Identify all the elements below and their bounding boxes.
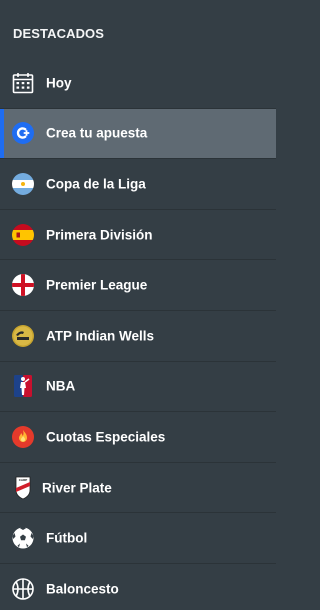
section-title: DESTACADOS [13,26,105,41]
sidebar-item-label: Cuotas Especiales [46,429,166,445]
sidebar-item-futbol[interactable]: Fútbol [0,513,276,564]
sidebar: DESTACADOS Hoy Crea tu apuesta Copa de l… [0,0,276,610]
calendar-icon [11,71,35,95]
sidebar-item-primera-division[interactable]: Primera División [0,210,276,261]
atp-logo-icon [11,324,35,348]
argentina-flag-icon [11,172,35,196]
sidebar-item-label: Baloncesto [46,581,119,597]
nba-logo-icon [11,374,35,398]
svg-text:CARP: CARP [19,478,28,482]
england-flag-icon [11,273,35,297]
spain-flag-icon [11,223,35,247]
sidebar-item-label: Copa de la Liga [46,176,146,192]
sidebar-item-label: River Plate [42,480,112,496]
sidebar-item-copa-de-la-liga[interactable]: Copa de la Liga [0,159,276,210]
sidebar-item-atp-indian-wells[interactable]: ATP Indian Wells [0,311,276,362]
soccer-ball-icon [11,526,35,550]
basketball-icon [11,577,35,601]
sidebar-item-label: NBA [46,378,76,394]
sidebar-item-nba[interactable]: NBA [0,362,276,413]
sidebar-item-label: Hoy [46,75,72,91]
create-bet-icon [11,121,35,145]
sidebar-item-label: Primera División [46,227,153,243]
sidebar-item-label: Crea tu apuesta [46,125,148,141]
sidebar-item-baloncesto[interactable]: Baloncesto [0,564,276,610]
sidebar-item-label: Premier League [46,277,148,293]
sidebar-item-river-plate[interactable]: CARP River Plate [0,463,276,514]
sidebar-item-premier-league[interactable]: Premier League [0,260,276,311]
sidebar-item-hoy[interactable]: Hoy [0,58,276,109]
fire-icon [11,425,35,449]
sidebar-item-label: Fútbol [46,530,88,546]
sidebar-item-cuotas-especiales[interactable]: Cuotas Especiales [0,412,276,463]
featured-list: Hoy Crea tu apuesta Copa de la Liga Prim… [0,58,276,610]
sidebar-item-crea-tu-apuesta[interactable]: Crea tu apuesta [0,108,276,160]
sidebar-item-label: ATP Indian Wells [46,328,155,344]
river-plate-crest-icon: CARP [11,476,35,500]
